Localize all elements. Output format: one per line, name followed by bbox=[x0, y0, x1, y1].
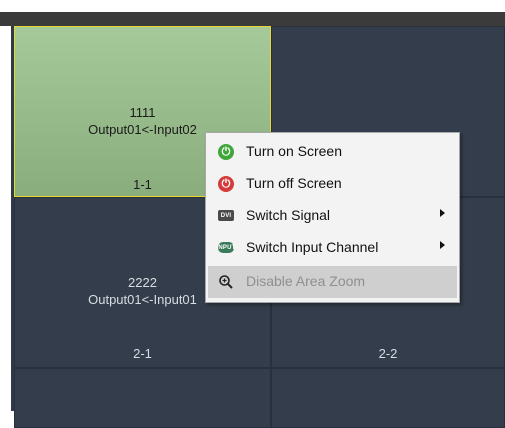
zoom-icon bbox=[218, 274, 234, 290]
screen-cell-3-1[interactable] bbox=[14, 368, 271, 428]
menu-item-turn-off-screen[interactable]: ⏻ Turn off Screen bbox=[208, 168, 457, 200]
menu-item-label: Switch Signal bbox=[246, 207, 331, 223]
menu-item-label: Disable Area Zoom bbox=[246, 273, 366, 289]
menu-item-label: Switch Input Channel bbox=[246, 239, 379, 255]
screen-position: 2-1 bbox=[133, 346, 152, 361]
power-off-icon: ⏻ bbox=[218, 176, 234, 192]
menu-item-turn-on-screen[interactable]: ⏻ Turn on Screen bbox=[208, 136, 457, 168]
menu-item-switch-input-channel[interactable]: INPUT Switch Input Channel bbox=[208, 232, 457, 264]
submenu-arrow-icon bbox=[440, 241, 445, 249]
submenu-arrow-icon bbox=[440, 209, 445, 217]
power-on-icon: ⏻ bbox=[218, 144, 234, 160]
top-strip bbox=[0, 0, 505, 12]
context-menu: ⏻ Turn on Screen ⏻ Turn off Screen DVI S… bbox=[205, 132, 460, 303]
screen-position: 2-2 bbox=[378, 346, 398, 361]
screen-cell-3-2[interactable] bbox=[271, 368, 505, 428]
dvi-icon: DVI bbox=[218, 210, 234, 221]
title-bar bbox=[0, 12, 505, 26]
menu-item-label: Turn on Screen bbox=[246, 143, 342, 159]
left-edge bbox=[0, 26, 11, 411]
input-channel-icon: INPUT bbox=[217, 242, 235, 253]
menu-item-label: Turn off Screen bbox=[246, 175, 342, 191]
menu-item-switch-signal[interactable]: DVI Switch Signal bbox=[208, 200, 457, 232]
screen-name: 1111 bbox=[129, 105, 156, 120]
menu-item-disable-area-zoom[interactable]: Disable Area Zoom bbox=[208, 266, 457, 298]
